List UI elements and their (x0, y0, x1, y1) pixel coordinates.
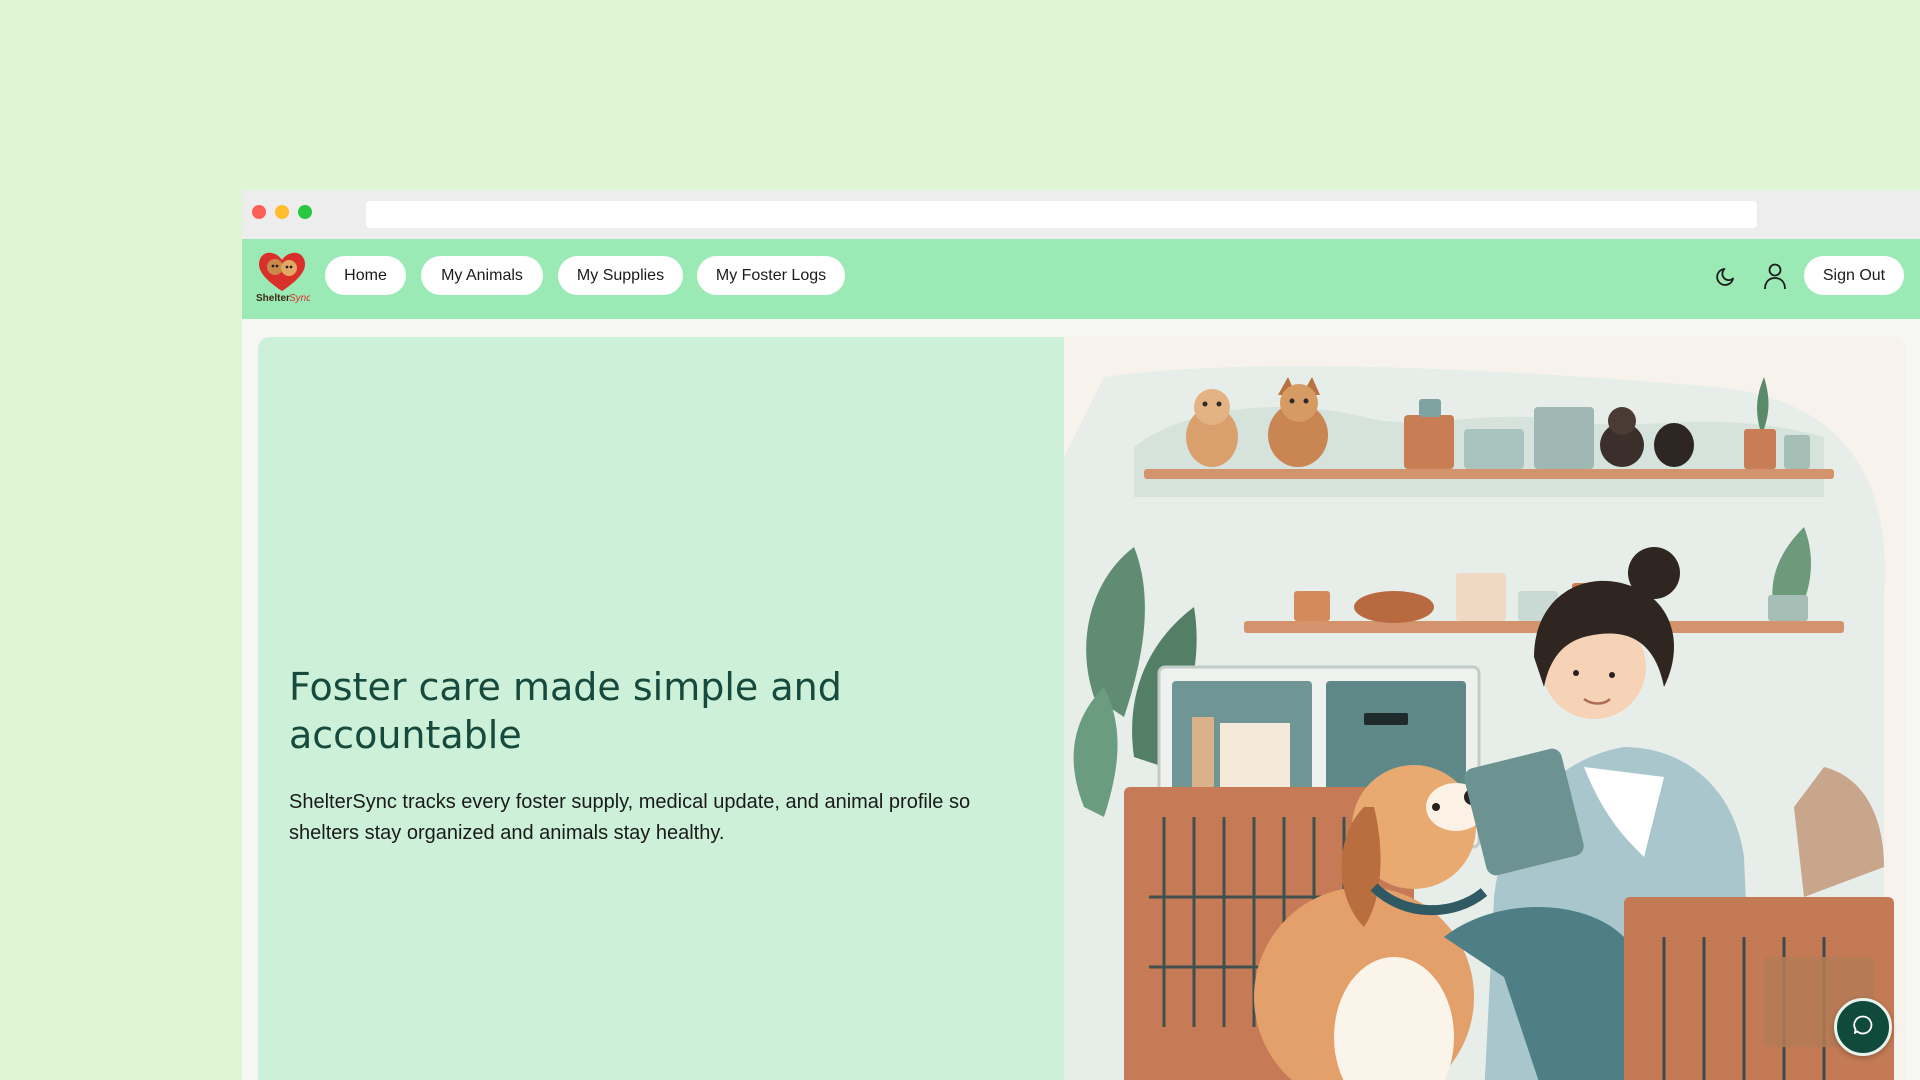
address-bar[interactable] (366, 201, 1757, 228)
hero-text-panel: Foster care made simple and accountable … (258, 337, 1064, 1080)
chat-button[interactable] (1834, 998, 1892, 1056)
top-navbar: Shelter Sync Home My Animals My Supplies… (242, 239, 1920, 319)
minimize-window-button[interactable] (275, 205, 289, 219)
hero-section: Foster care made simple and accountable … (258, 337, 1906, 1080)
chat-bubble-icon (1852, 1014, 1874, 1041)
nav-my-supplies[interactable]: My Supplies (558, 256, 683, 295)
close-window-button[interactable] (252, 205, 266, 219)
nav-home[interactable]: Home (325, 256, 406, 295)
hero-description: ShelterSync tracks every foster supply, … (289, 791, 971, 844)
browser-titlebar (242, 190, 1920, 239)
logo-wordmark-sync: Sync (289, 293, 310, 304)
sign-out-button[interactable]: Sign Out (1804, 256, 1904, 295)
moon-icon[interactable] (1711, 261, 1741, 291)
sheltersync-logo[interactable]: Shelter Sync (254, 247, 311, 307)
foster-illustration (1064, 337, 1906, 1080)
nav-my-foster-logs[interactable]: My Foster Logs (697, 256, 845, 295)
browser-window: Shelter Sync Home My Animals My Supplies… (242, 190, 1920, 1080)
logo-wordmark-shelter: Shelter (256, 293, 290, 304)
maximize-window-button[interactable] (298, 205, 312, 219)
hero-title: Foster care made simple and accountable (289, 665, 842, 757)
user-icon[interactable] (1760, 261, 1790, 291)
top-shelf (1144, 469, 1834, 479)
nav-my-animals[interactable]: My Animals (421, 256, 543, 295)
